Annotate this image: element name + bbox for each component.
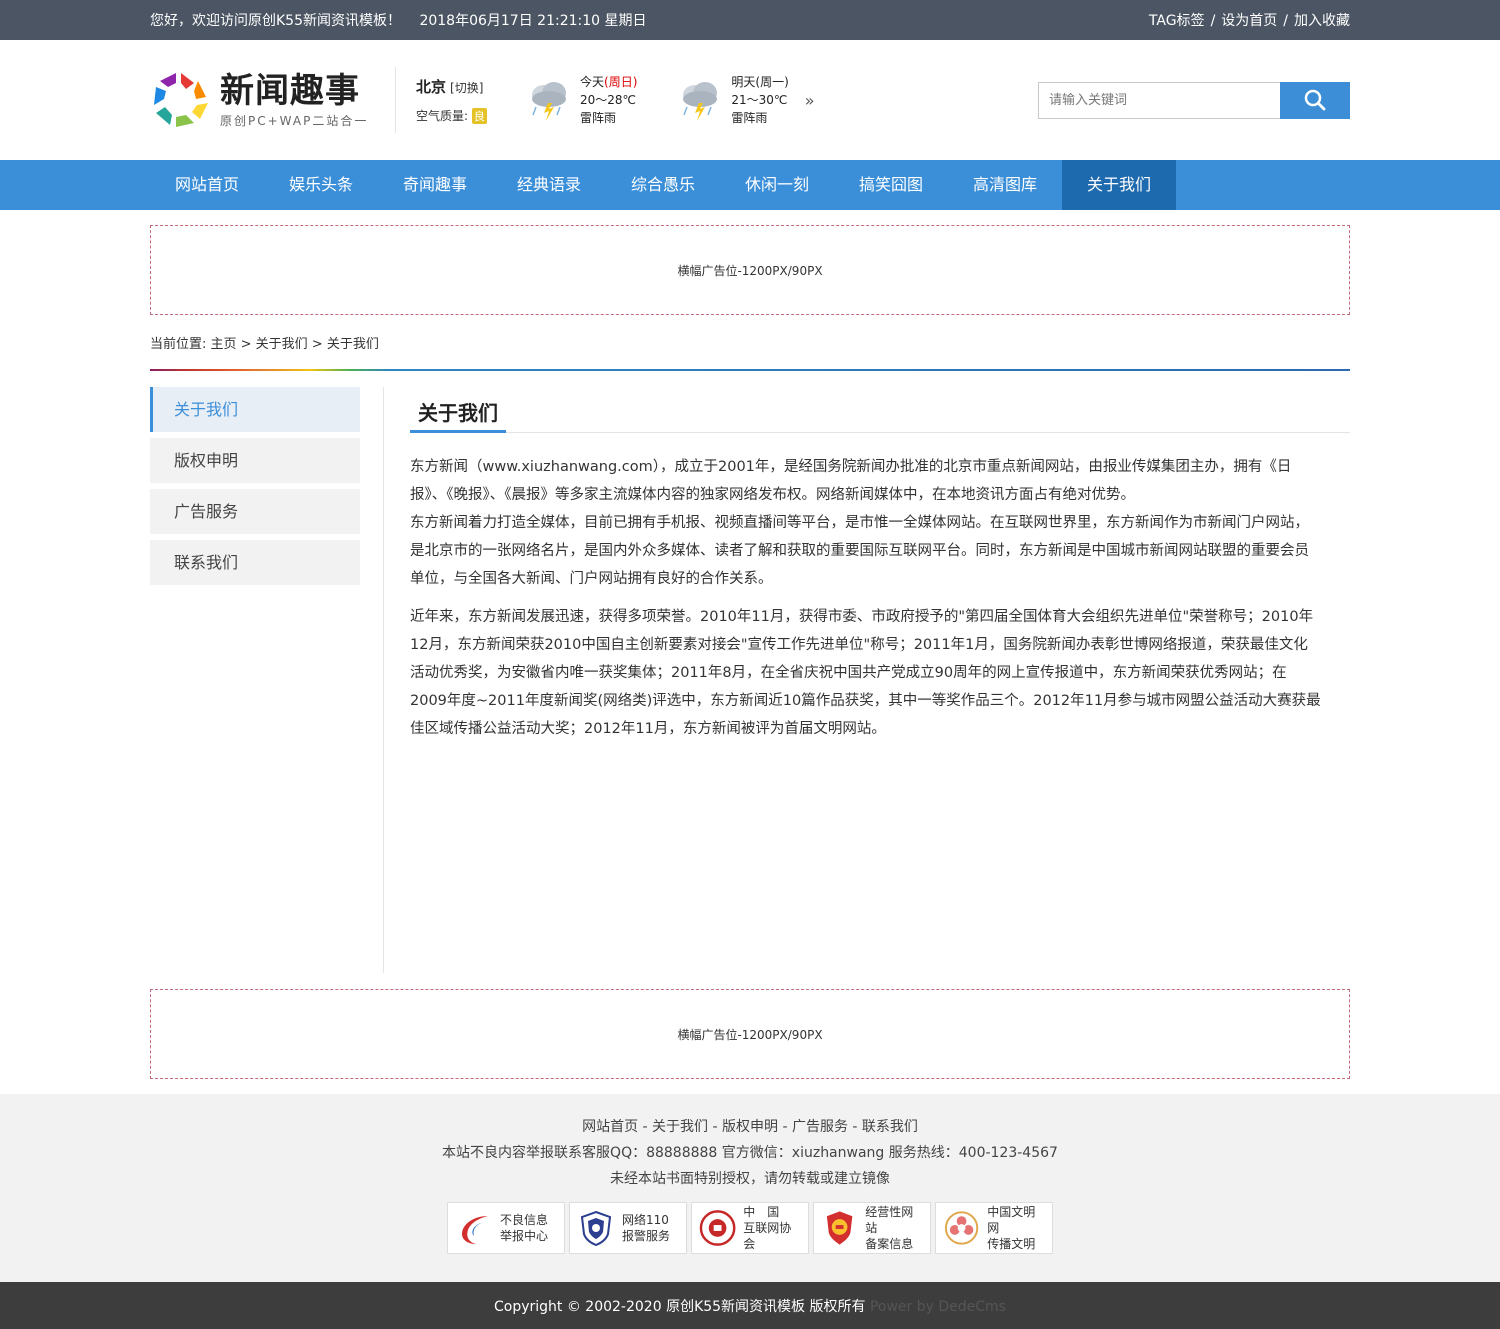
civilization-icon <box>944 1211 979 1245</box>
logo-icon <box>154 73 208 127</box>
today-label: 今天 <box>580 75 605 89</box>
sidebar-item-ads[interactable]: 广告服务 <box>150 489 360 534</box>
city-name: 北京 <box>416 78 447 96</box>
search-button[interactable] <box>1280 81 1350 119</box>
sidebar: 关于我们 版权申明 广告服务 联系我们 <box>150 387 360 973</box>
footer-links[interactable]: 网站首页 - 关于我们 - 版权申明 - 广告服务 - 联系我们 <box>0 1114 1500 1140</box>
nav-quotes[interactable]: 经典语录 <box>492 160 606 210</box>
page-title: 关于我们 <box>410 387 506 433</box>
main-content: 关于我们 东方新闻（www.xiuzhanwang.com），成立于2001年，… <box>410 387 1350 973</box>
search-input[interactable] <box>1038 81 1280 119</box>
badge-line: 传播文明 <box>987 1237 1036 1251</box>
top-bar: 您好，欢迎访问原创K55新闻资讯模板！ 2018年06月17日 21:21:10… <box>0 0 1500 40</box>
tag-link[interactable]: TAG标签 <box>1149 13 1205 29</box>
datetime-text: 2018年06月17日 21:21:10 星期日 <box>419 13 647 29</box>
internet-society-icon <box>699 1210 736 1246</box>
tomorrow-label: 明天 <box>731 75 756 89</box>
weather-today: 今天(周日) 20～28℃ 雷阵雨 <box>526 73 637 127</box>
badge-police-110[interactable]: 网络110 报警服务 <box>569 1202 687 1254</box>
page-title-bar: 关于我们 <box>410 387 1350 433</box>
today-desc: 雷阵雨 <box>580 111 617 125</box>
sidebar-item-copyright[interactable]: 版权申明 <box>150 438 360 483</box>
badge-line: 网络110 <box>622 1213 669 1227</box>
main-nav: 网站首页 娱乐头条 奇闻趣事 经典语录 综合愚乐 休闲一刻 搞笑囧图 高清图库 … <box>0 160 1500 210</box>
badge-line: 互联网协会 <box>743 1221 792 1251</box>
badge-civilization[interactable]: 中国文明网 传播文明 <box>935 1202 1053 1254</box>
header: 新闻趣事 原创PC+WAP二站合一 北京 [切换] 空气质量: 良 今天(周日) … <box>0 40 1500 160</box>
site-logo[interactable]: 新闻趣事 原创PC+WAP二站合一 <box>150 65 380 135</box>
search-icon <box>1304 89 1326 111</box>
sidebar-item-about[interactable]: 关于我们 <box>150 387 360 432</box>
nav-funny-pics[interactable]: 搞笑囧图 <box>834 160 948 210</box>
thunderstorm-icon <box>683 82 718 121</box>
nav-home[interactable]: 网站首页 <box>150 160 264 210</box>
badge-report-center[interactable]: 不良信息 举报中心 <box>447 1202 565 1254</box>
welcome-text: 您好，欢迎访问原创K55新闻资讯模板！ <box>150 13 401 29</box>
badge-line: 经营性网站 <box>865 1205 914 1235</box>
content-area: 关于我们 版权申明 广告服务 联系我们 关于我们 东方新闻（www.xiuzha… <box>150 387 1350 973</box>
footer-notice: 未经本站书面特别授权，请勿转载或建立镜像 <box>610 1171 890 1187</box>
tomorrow-temp: 21～30℃ <box>731 93 788 107</box>
registration-icon <box>826 1211 853 1245</box>
nav-about[interactable]: 关于我们 <box>1062 160 1176 210</box>
search-form <box>1038 81 1350 119</box>
report-center-icon <box>462 1216 488 1244</box>
powered-by-link[interactable]: Power by DedeCms <box>870 1299 1006 1315</box>
badge-line: 不良信息 <box>500 1213 549 1227</box>
footer: 网站首页 - 关于我们 - 版权申明 - 广告服务 - 联系我们 本站不良内容举… <box>0 1094 1500 1282</box>
weather-more-arrow-icon[interactable]: » <box>805 91 815 110</box>
breadcrumb: 当前位置: 主页 > 关于我们 > 关于我们 <box>150 337 379 352</box>
separator: / <box>1210 13 1216 29</box>
banner-ad-label: 横幅广告位-1200PX/90PX <box>677 263 823 278</box>
article-paragraph: 东方新闻（www.xiuzhanwang.com），成立于2001年，是经国务院… <box>410 459 1292 503</box>
logo-subtitle: 原创PC+WAP二站合一 <box>220 113 369 128</box>
badge-registration[interactable]: 经营性网站 备案信息 <box>813 1202 931 1254</box>
badge-line: 举报中心 <box>500 1229 549 1243</box>
tomorrow-weekday: (周一) <box>755 75 789 89</box>
air-quality-label: 空气质量: <box>416 109 469 123</box>
today-weekday: (周日) <box>604 75 638 89</box>
copyright-bar: Copyright © 2002-2020 原创K55新闻资讯模板 版权所有 P… <box>0 1282 1500 1329</box>
logo-title: 新闻趣事 <box>220 70 360 111</box>
nav-gallery[interactable]: 高清图库 <box>948 160 1062 210</box>
rainbow-divider <box>150 369 1350 371</box>
today-temp: 20～28℃ <box>580 93 637 107</box>
tomorrow-desc: 雷阵雨 <box>731 111 768 125</box>
article-body: 东方新闻（www.xiuzhanwang.com），成立于2001年，是经国务院… <box>410 453 1322 743</box>
content-divider <box>383 387 384 973</box>
city-switch-link[interactable]: [切换] <box>450 81 483 95</box>
badge-line: 中 国 <box>743 1205 780 1219</box>
nav-leisure[interactable]: 休闲一刻 <box>720 160 834 210</box>
badge-line: 备案信息 <box>865 1237 914 1251</box>
badge-line: 报警服务 <box>622 1229 671 1243</box>
air-quality-badge: 良 <box>471 108 487 124</box>
weather-city: 北京 [切换] 空气质量: 良 <box>416 76 506 124</box>
sidebar-item-contact[interactable]: 联系我们 <box>150 540 360 585</box>
weather-tomorrow: 明天(周一) 21～30℃ 雷阵雨 <box>677 73 789 127</box>
article-paragraph: 近年来，东方新闻发展迅速，获得多项荣誉。2010年11月，获得市委、市政府授予的… <box>410 609 1321 737</box>
footer-contact: 本站不良内容举报联系客服QQ：88888888 官方微信：xiuzhanwang… <box>442 1145 1058 1161</box>
separator: / <box>1283 13 1288 29</box>
article-paragraph: 东方新闻着力打造全媒体，目前已拥有手机报、视频直播间等平台，是市惟一全媒体网站。… <box>410 515 1309 587</box>
footer-badges: 不良信息 举报中心 网络110 报警服务 中 国互联网协会 经营性网站 备案信息… <box>0 1202 1500 1254</box>
police-110-icon <box>580 1210 612 1247</box>
set-homepage-link[interactable]: 设为首页 <box>1221 13 1277 29</box>
nav-entertainment[interactable]: 娱乐头条 <box>264 160 378 210</box>
thunderstorm-icon <box>532 82 566 121</box>
banner-ad-top[interactable]: 横幅广告位-1200PX/90PX <box>150 225 1350 315</box>
copyright-text: Copyright © 2002-2020 原创K55新闻资讯模板 版权所有 <box>494 1299 866 1315</box>
nav-fun[interactable]: 综合愚乐 <box>606 160 720 210</box>
badge-internet-society[interactable]: 中 国互联网协会 <box>691 1202 809 1254</box>
banner-ad-bottom[interactable]: 横幅广告位-1200PX/90PX <box>150 989 1350 1079</box>
header-divider <box>395 67 396 133</box>
banner-ad-label: 横幅广告位-1200PX/90PX <box>677 1027 823 1042</box>
badge-line: 中国文明网 <box>987 1205 1036 1235</box>
add-favorite-link[interactable]: 加入收藏 <box>1294 13 1350 29</box>
nav-oddities[interactable]: 奇闻趣事 <box>378 160 492 210</box>
